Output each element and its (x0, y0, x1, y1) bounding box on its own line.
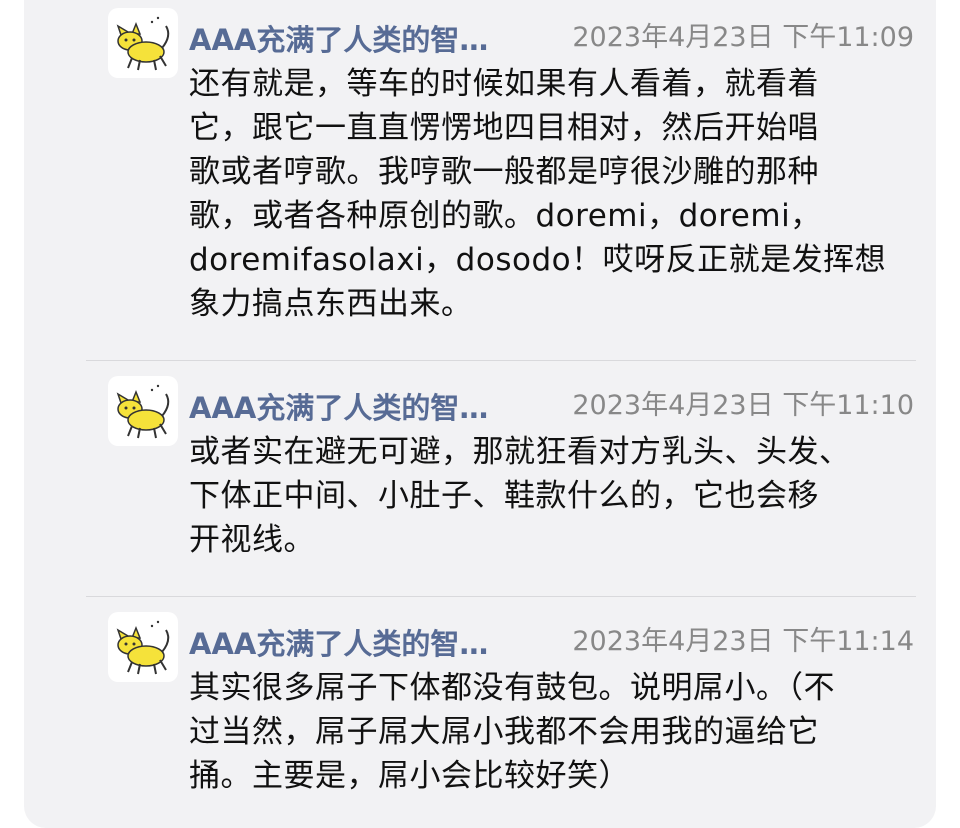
message-line: 还有就是，等车的时候如果有人看着，就看着 (189, 66, 819, 102)
avatar[interactable] (108, 8, 178, 78)
message-text: 或者实在避无可避，那就狂看对方乳头、头发、 下体正中间、小肚子、鞋款什么的，它也… (189, 430, 924, 562)
message-line: 它，跟它一直直愣愣地四目相对，然后开始唱 (189, 110, 819, 146)
message-timestamp: 2023年4月23日 下午11:10 (572, 390, 914, 421)
yellow-cat-icon (116, 16, 170, 71)
message-line: 过当然，屌子屌大屌小我都不会用我的逼给它 (189, 714, 819, 750)
page: AAA充满了人类的智… 2023年4月23日 下午11:09 还有就是，等车的时… (0, 0, 960, 828)
message-line: 下体正中间、小肚子、鞋款什么的，它也会移 (189, 478, 819, 514)
message-text: 还有就是，等车的时候如果有人看着，就看着 它，跟它一直直愣愣地四目相对，然后开始… (189, 62, 924, 326)
message-line: 或者实在避无可避，那就狂看对方乳头、头发、 (189, 434, 851, 470)
message-timestamp: 2023年4月23日 下午11:09 (572, 22, 914, 53)
message-line: 象力搞点东西出来。 (189, 286, 473, 322)
yellow-cat-icon (116, 384, 170, 439)
avatar[interactable] (108, 612, 178, 682)
message-line: 捅。主要是，屌小会比较好笑） (189, 758, 630, 794)
sender-name[interactable]: AAA充满了人类的智… (189, 20, 488, 60)
sender-name[interactable]: AAA充满了人类的智… (189, 388, 488, 428)
message-thread-card: AAA充满了人类的智… 2023年4月23日 下午11:09 还有就是，等车的时… (24, 0, 936, 828)
yellow-cat-icon (116, 620, 170, 675)
message-line: 歌或者哼歌。我哼歌一般都是哼很沙雕的那种 (189, 154, 819, 190)
message-timestamp: 2023年4月23日 下午11:14 (572, 626, 914, 657)
message-line: 其实很多屌子下体都没有鼓包。说明屌小。（不 (189, 670, 835, 706)
message-divider (86, 360, 916, 361)
avatar[interactable] (108, 376, 178, 446)
message-line: doremifasolaxi，dosodo！哎呀反正就是发挥想 (189, 242, 887, 278)
message-line: 歌，或者各种原创的歌。doremi，doremi， (189, 198, 822, 234)
message-line: 开视线。 (189, 522, 315, 558)
message-text: 其实很多屌子下体都没有鼓包。说明屌小。（不 过当然，屌子屌大屌小我都不会用我的逼… (189, 666, 924, 798)
sender-name[interactable]: AAA充满了人类的智… (189, 624, 488, 664)
message-divider (86, 596, 916, 597)
